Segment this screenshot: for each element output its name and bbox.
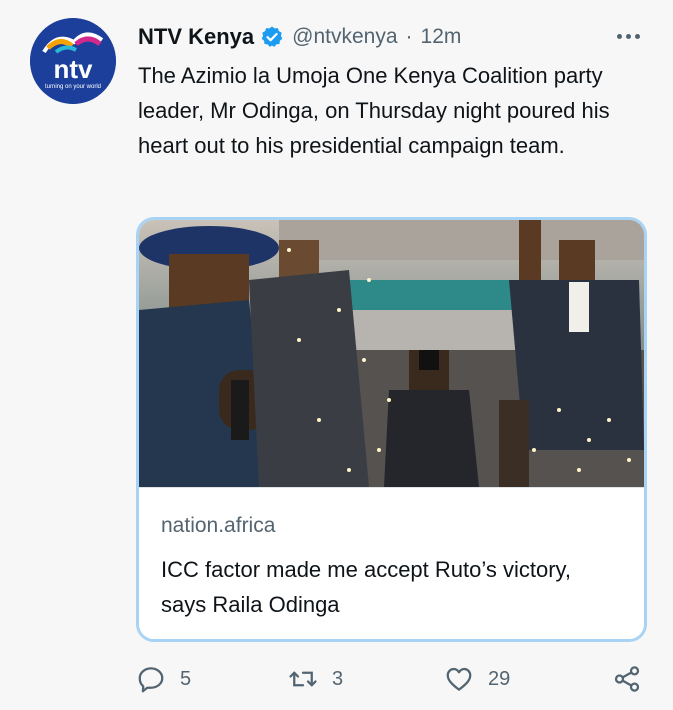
svg-text:ntv: ntv	[54, 54, 94, 84]
author-name[interactable]: NTV Kenya	[138, 24, 254, 50]
card-domain: nation.africa	[161, 514, 276, 537]
like-icon	[446, 667, 472, 691]
retweet-icon	[289, 671, 317, 687]
reply-count: 5	[180, 667, 192, 690]
reply-icon	[138, 667, 164, 693]
separator-dot: ·	[405, 25, 413, 48]
more-icon[interactable]	[610, 22, 646, 50]
avatar[interactable]: ntv turning on your world	[30, 18, 116, 104]
author-handle[interactable]: @ntvkenya	[292, 25, 397, 49]
retweet-count: 3	[332, 667, 344, 690]
tweet-header: NTV Kenya @ntvkenya · 12m	[138, 22, 461, 52]
link-card[interactable]: nation.africa ICC factor made me accept …	[136, 217, 647, 642]
share-button[interactable]	[612, 660, 642, 698]
like-count: 29	[488, 667, 511, 690]
card-meta[interactable]: nation.africa ICC factor made me accept …	[139, 487, 644, 639]
ntv-logo: ntv turning on your world	[30, 18, 116, 104]
card-image[interactable]	[139, 220, 644, 487]
tweet-text: The Azimio la Umoja One Kenya Coalition …	[138, 63, 610, 158]
reply-button[interactable]: 5	[136, 660, 191, 698]
card-headline: ICC factor made me accept Ruto’s victory…	[161, 557, 571, 617]
svg-text:turning on your world: turning on your world	[45, 84, 101, 90]
tweet-actions: 5 3 29	[136, 660, 646, 698]
share-icon	[614, 666, 640, 692]
verified-badge-icon	[260, 25, 284, 49]
like-button[interactable]: 29	[444, 660, 510, 698]
tweet[interactable]: ntv turning on your world NTV Kenya @ntv…	[0, 0, 673, 710]
tweet-time[interactable]: 12m	[421, 25, 462, 49]
retweet-button[interactable]: 3	[288, 660, 343, 698]
